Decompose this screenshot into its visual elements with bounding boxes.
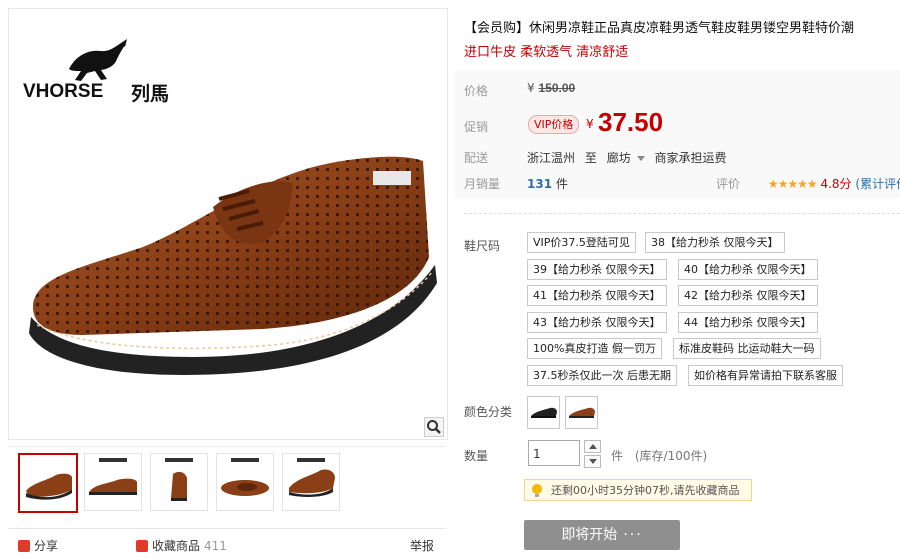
share-icon — [18, 539, 30, 552]
monthly-sales: 131 件 — [527, 175, 568, 192]
brand-mini-mark — [297, 458, 325, 462]
orig-price-label: 价格 — [464, 84, 489, 98]
favorite-label: 收藏商品 — [152, 539, 201, 553]
rating-score: 4.8分 — [820, 177, 852, 191]
brown-shoe-icon — [569, 407, 595, 418]
stock-info: 件 (库存/100件) — [611, 447, 707, 464]
shipping-info: 浙江温州 至 廊坊 商家承担运费 — [527, 149, 727, 166]
left-footer: 分享 收藏商品 411 举报 — [8, 528, 446, 559]
ship-from: 浙江温州 — [527, 151, 576, 165]
monthly-sales-unit: 件 — [555, 177, 568, 191]
main-image-panel[interactable]: VHORSE 列馬 — [8, 8, 448, 440]
monthly-sales-label: 月销量 — [464, 177, 501, 191]
black-shoe-icon — [531, 407, 557, 418]
favorite-button[interactable]: 收藏商品 411 — [136, 537, 227, 554]
thumbnail-4[interactable] — [216, 453, 274, 511]
size-option[interactable]: 标准皮鞋码 比运动鞋大一码 — [673, 338, 821, 359]
star-rating-icon: ★★★★★ — [767, 177, 818, 191]
brand-mini-mark — [165, 458, 193, 462]
stock-count: (库存/100件) — [634, 449, 708, 463]
promo-currency-symbol: ¥ — [586, 117, 594, 131]
quantity-label: 数量 — [464, 449, 489, 463]
size-option[interactable]: 如价格有异常请拍下联系客服 — [688, 365, 843, 386]
size-label: 鞋尺码 — [464, 239, 501, 253]
chevron-up-icon — [589, 444, 597, 449]
favorite-icon — [136, 539, 148, 552]
color-label: 颜色分类 — [464, 405, 513, 419]
thumbnail-5[interactable] — [282, 453, 340, 511]
quantity-increase-button[interactable] — [584, 440, 601, 453]
brand-name-en: VHORSE — [23, 81, 104, 102]
promo-price-label: 促销 — [464, 120, 489, 134]
product-subtitle: 进口牛皮 柔软透气 清凉舒适 — [464, 45, 629, 60]
thumbnail-3[interactable] — [150, 453, 208, 511]
brand-mini-mark — [231, 458, 259, 462]
main-product-image — [29, 156, 437, 375]
size-option[interactable]: 40【给力秒杀 仅限今天】 — [678, 259, 818, 280]
thumbnail-strip — [8, 446, 446, 517]
reviews-link[interactable]: (累计评价67 — [855, 177, 900, 191]
ship-to-word: 至 — [584, 151, 597, 165]
product-title: 【会员购】休闲男凉鞋正品真皮凉鞋男透气鞋皮鞋男镂空男鞋特价潮 — [464, 21, 855, 36]
rating-info: 评价 ★★★★★ 4.8分 (累计评价67 — [716, 175, 900, 192]
ship-fee: 商家承担运费 — [654, 151, 727, 165]
thumbnail-2[interactable] — [84, 453, 142, 511]
horse-logo-icon — [69, 39, 127, 81]
report-label: 举报 — [410, 539, 435, 553]
color-swatch-black[interactable] — [527, 396, 560, 429]
ship-to-select[interactable]: 廊坊 — [607, 151, 631, 165]
size-option[interactable]: 100%真皮打造 假一罚万 — [527, 338, 662, 359]
monthly-sales-count: 131 — [527, 177, 553, 191]
coming-soon-label: 即将开始 — [561, 527, 618, 543]
size-option[interactable]: 39【给力秒杀 仅限今天】 — [527, 259, 667, 280]
vip-price-tag: VIP价格 — [528, 115, 580, 134]
brand-name-cn: 列馬 — [131, 83, 170, 105]
size-option[interactable]: 42【给力秒杀 仅限今天】 — [678, 285, 818, 306]
coming-soon-dots: ··· — [623, 527, 643, 543]
chevron-down-icon — [589, 459, 597, 464]
quantity-input[interactable]: 1 — [528, 440, 580, 466]
chevron-down-icon[interactable] — [636, 156, 645, 161]
promo-price-value: 37.50 — [598, 107, 664, 137]
rating-label: 评价 — [716, 177, 741, 191]
thumbnail-1[interactable] — [18, 453, 78, 513]
color-swatch-brown[interactable] — [565, 396, 598, 429]
size-option[interactable]: 38【给力秒杀 仅限今天】 — [645, 232, 785, 253]
shipping-label: 配送 — [464, 151, 489, 165]
original-price-value: 150.00 — [538, 81, 576, 95]
share-button[interactable]: 分享 — [18, 537, 58, 554]
size-option[interactable]: VIP价37.5登陆可见 — [527, 232, 636, 253]
countdown-text: 还剩00小时35分钟07秒,请先收藏商品 — [551, 484, 740, 497]
size-option[interactable]: 41【给力秒杀 仅限今天】 — [527, 285, 667, 306]
countdown-notice: 还剩00小时35分钟07秒,请先收藏商品 — [524, 479, 752, 501]
zoom-icon[interactable] — [424, 417, 444, 437]
quantity-unit: 件 — [611, 449, 624, 463]
lightbulb-icon — [532, 484, 542, 497]
size-option[interactable]: 43【给力秒杀 仅限今天】 — [527, 312, 667, 333]
coming-soon-button[interactable]: 即将开始 ··· — [524, 520, 680, 550]
quantity-decrease-button[interactable] — [584, 455, 601, 468]
size-option[interactable]: 44【给力秒杀 仅限今天】 — [678, 312, 818, 333]
brand-mini-mark — [99, 458, 127, 462]
original-price: ¥ 150.00 — [527, 81, 575, 95]
size-option[interactable]: 37.5秒杀仅此一次 后患无期 — [527, 365, 677, 386]
share-label: 分享 — [34, 539, 59, 553]
brand-logo: VHORSE 列馬 — [23, 39, 193, 109]
currency-symbol: ¥ — [527, 81, 535, 95]
report-link[interactable]: 举报 — [410, 537, 434, 554]
favorite-count: 411 — [204, 538, 227, 553]
divider — [464, 213, 900, 214]
